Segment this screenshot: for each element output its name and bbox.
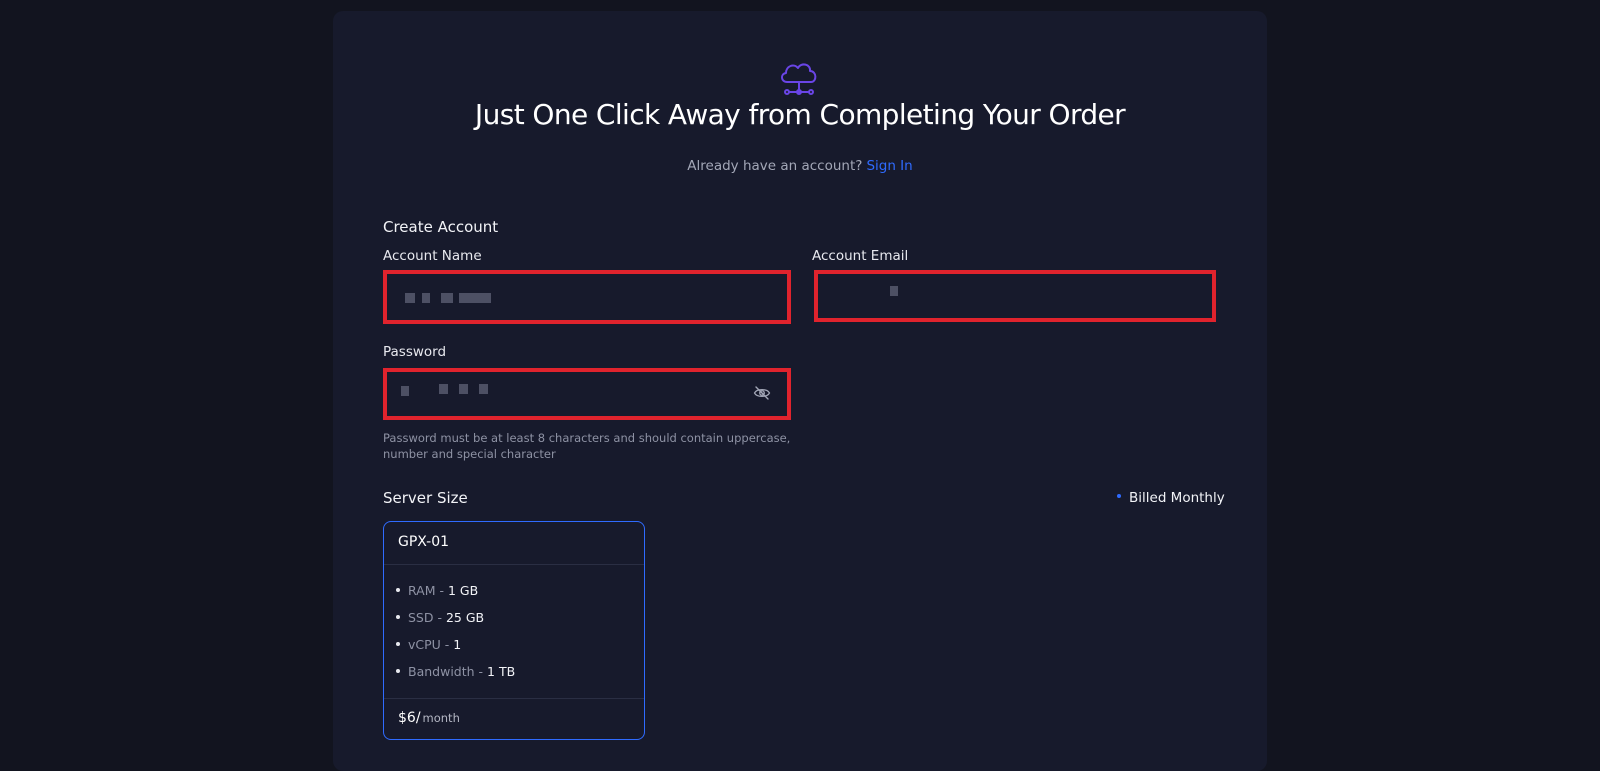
billing-period-label: Billed Monthly (1129, 490, 1225, 506)
spec-value: 1 GB (447, 583, 479, 598)
redacted-text (401, 386, 409, 396)
price-amount: $6/ (398, 710, 421, 726)
billing-indicator-dot (1117, 494, 1121, 498)
spec-ram: RAM - 1 GB (396, 583, 478, 598)
password-hint: Password must be at least 8 characters a… (383, 431, 791, 461)
spec-label: Bandwidth - (408, 664, 484, 679)
redacted-text (890, 286, 898, 296)
redacted-text (459, 293, 491, 303)
password-input[interactable] (403, 382, 707, 408)
redacted-text (479, 384, 488, 394)
account-name-label: Account Name (383, 248, 482, 264)
password-label: Password (383, 344, 447, 360)
account-email-label: Account Email (812, 248, 909, 264)
signin-link[interactable]: Sign In (866, 158, 912, 174)
billing-period-toggle[interactable]: Billed Monthly (1117, 490, 1225, 506)
spec-ssd: SSD - 25 GB (396, 610, 484, 625)
redacted-text (422, 293, 430, 303)
redacted-text (459, 384, 468, 394)
spec-label: RAM - (408, 583, 444, 598)
bullet-icon (396, 668, 400, 673)
account-email-input[interactable] (834, 284, 1138, 310)
account-name-field[interactable] (383, 270, 791, 324)
spec-bandwidth: Bandwidth - 1 TB (396, 664, 515, 679)
server-plan-card[interactable]: GPX-01 RAM - 1 GB SSD - 25 GB vCPU - 1 B… (383, 521, 645, 740)
account-email-field[interactable] (814, 270, 1216, 322)
cloud-network-icon (781, 63, 817, 95)
card-divider (384, 564, 644, 565)
redacted-text (441, 293, 453, 303)
page-title: Just One Click Away from Completing Your… (474, 98, 1126, 131)
bullet-icon (396, 614, 400, 619)
plan-price: $6/month (398, 710, 460, 726)
server-size-heading: Server Size (383, 489, 468, 507)
bullet-icon (396, 641, 400, 646)
spec-value: 25 GB (445, 610, 485, 625)
bullet-icon (396, 587, 400, 592)
card-divider (384, 698, 644, 699)
spec-label: SSD - (408, 610, 442, 625)
spec-value: 1 (453, 637, 462, 652)
spec-value: 1 TB (487, 664, 516, 679)
plan-name: GPX-01 (398, 534, 450, 550)
price-period: month (422, 711, 460, 725)
password-field[interactable] (383, 368, 791, 420)
redacted-text (405, 293, 415, 303)
redacted-text (439, 384, 448, 394)
create-account-heading: Create Account (383, 218, 499, 236)
spec-vcpu: vCPU - 1 (396, 637, 461, 652)
spec-label: vCPU - (408, 637, 450, 652)
signin-prompt-text: Already have an account? (687, 158, 863, 174)
eye-off-icon[interactable] (753, 384, 771, 402)
signin-prompt: Already have an account? Sign In (0, 158, 1600, 174)
